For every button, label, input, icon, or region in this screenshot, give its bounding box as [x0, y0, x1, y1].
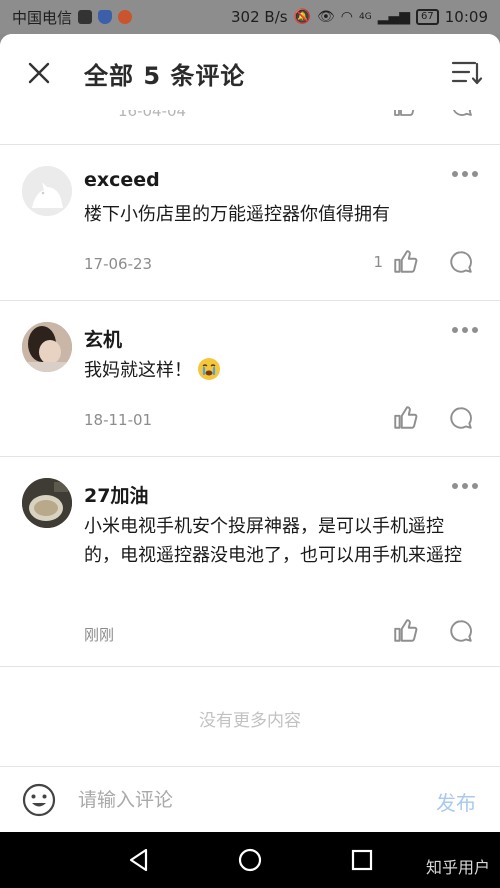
default-avatar-icon: [22, 166, 72, 216]
divider: [0, 666, 500, 667]
clock: 10:09: [444, 8, 488, 26]
close-button[interactable]: [22, 56, 56, 90]
recent-apps-icon[interactable]: [348, 846, 376, 874]
comment-text: 我妈就这样！: [84, 360, 192, 381]
avatar[interactable]: [22, 478, 72, 528]
sort-icon: [451, 61, 483, 85]
comment-date: 17-06-23: [84, 255, 153, 273]
watermark: 知乎用户: [425, 858, 490, 877]
reply-icon[interactable]: [448, 618, 474, 644]
mute-icon: 🔕: [293, 9, 312, 25]
network-speed: 302 B/s: [231, 8, 288, 26]
publish-button[interactable]: 发布: [436, 787, 476, 816]
like-count: 1: [373, 253, 383, 271]
comment-date: 18-11-01: [84, 411, 153, 429]
comment-item: 玄机 我妈就这样！ 18-11-01: [0, 301, 500, 456]
weibo-icon: [118, 10, 133, 24]
reply-icon[interactable]: [448, 405, 474, 431]
like-icon[interactable]: [392, 618, 418, 644]
comment-author[interactable]: 27加油: [84, 481, 148, 508]
network-type: 4G: [359, 12, 372, 22]
close-icon: [28, 62, 50, 84]
sheet-header: 全部 5 条评论: [0, 34, 500, 110]
more-button[interactable]: [452, 325, 478, 335]
home-icon[interactable]: [236, 846, 264, 874]
signal-icon: ▂▄▆: [377, 9, 411, 25]
comment-item: 27加油 小米电视手机安个投屏神器，是可以手机遥控的，电视遥控器没电池了，也可以…: [0, 457, 500, 667]
page-title: 全部 5 条评论: [84, 62, 246, 90]
comment-input-bar: 发布: [0, 766, 500, 832]
user-avatar-icon: [22, 322, 72, 372]
no-more-content-label: 没有更多内容: [199, 711, 301, 731]
like-icon[interactable]: [392, 249, 418, 275]
shield-icon: [98, 10, 113, 24]
comment-author[interactable]: 玄机: [84, 325, 122, 352]
carrier-label: 中国电信: [12, 8, 73, 27]
back-icon[interactable]: [125, 846, 153, 874]
comment-text-row: 我妈就这样！: [84, 356, 479, 385]
eye-icon: 👁: [317, 9, 335, 25]
reply-icon[interactable]: [448, 249, 474, 275]
comment-text: 小米电视手机安个投屏神器，是可以手机遥控的，电视遥控器没电池了，也可以用手机来遥…: [84, 516, 462, 566]
more-button[interactable]: [452, 481, 478, 491]
battery-icon: 67: [416, 9, 439, 25]
comment-input[interactable]: [78, 781, 408, 819]
crying-face-icon: [197, 358, 220, 380]
user-avatar-icon: [22, 478, 72, 528]
like-icon[interactable]: [392, 405, 418, 431]
more-button[interactable]: [452, 169, 478, 179]
wifi-icon: ◠: [340, 9, 354, 25]
comments-sheet: 16-04-04 全部 5 条评论 exceed 楼下小伤店里的万能遥控器你值得…: [0, 34, 500, 832]
comment-author[interactable]: exceed: [84, 169, 160, 191]
avatar[interactable]: [22, 166, 72, 216]
comment-date: 刚刚: [84, 626, 115, 644]
status-bar: 中国电信 302 B/s 🔕 👁 ◠ 4G ▂▄▆ 67 10:09: [0, 0, 500, 34]
comment-text: 楼下小伤店里的万能遥控器你值得拥有: [84, 204, 390, 225]
emoji-icon[interactable]: [22, 783, 56, 817]
avatar[interactable]: [22, 322, 72, 372]
sort-button[interactable]: [450, 56, 484, 90]
comment-item: exceed 楼下小伤店里的万能遥控器你值得拥有 17-06-23 1: [0, 145, 500, 300]
system-nav-bar: 知乎用户: [0, 832, 500, 888]
notification-icon: [78, 10, 93, 24]
